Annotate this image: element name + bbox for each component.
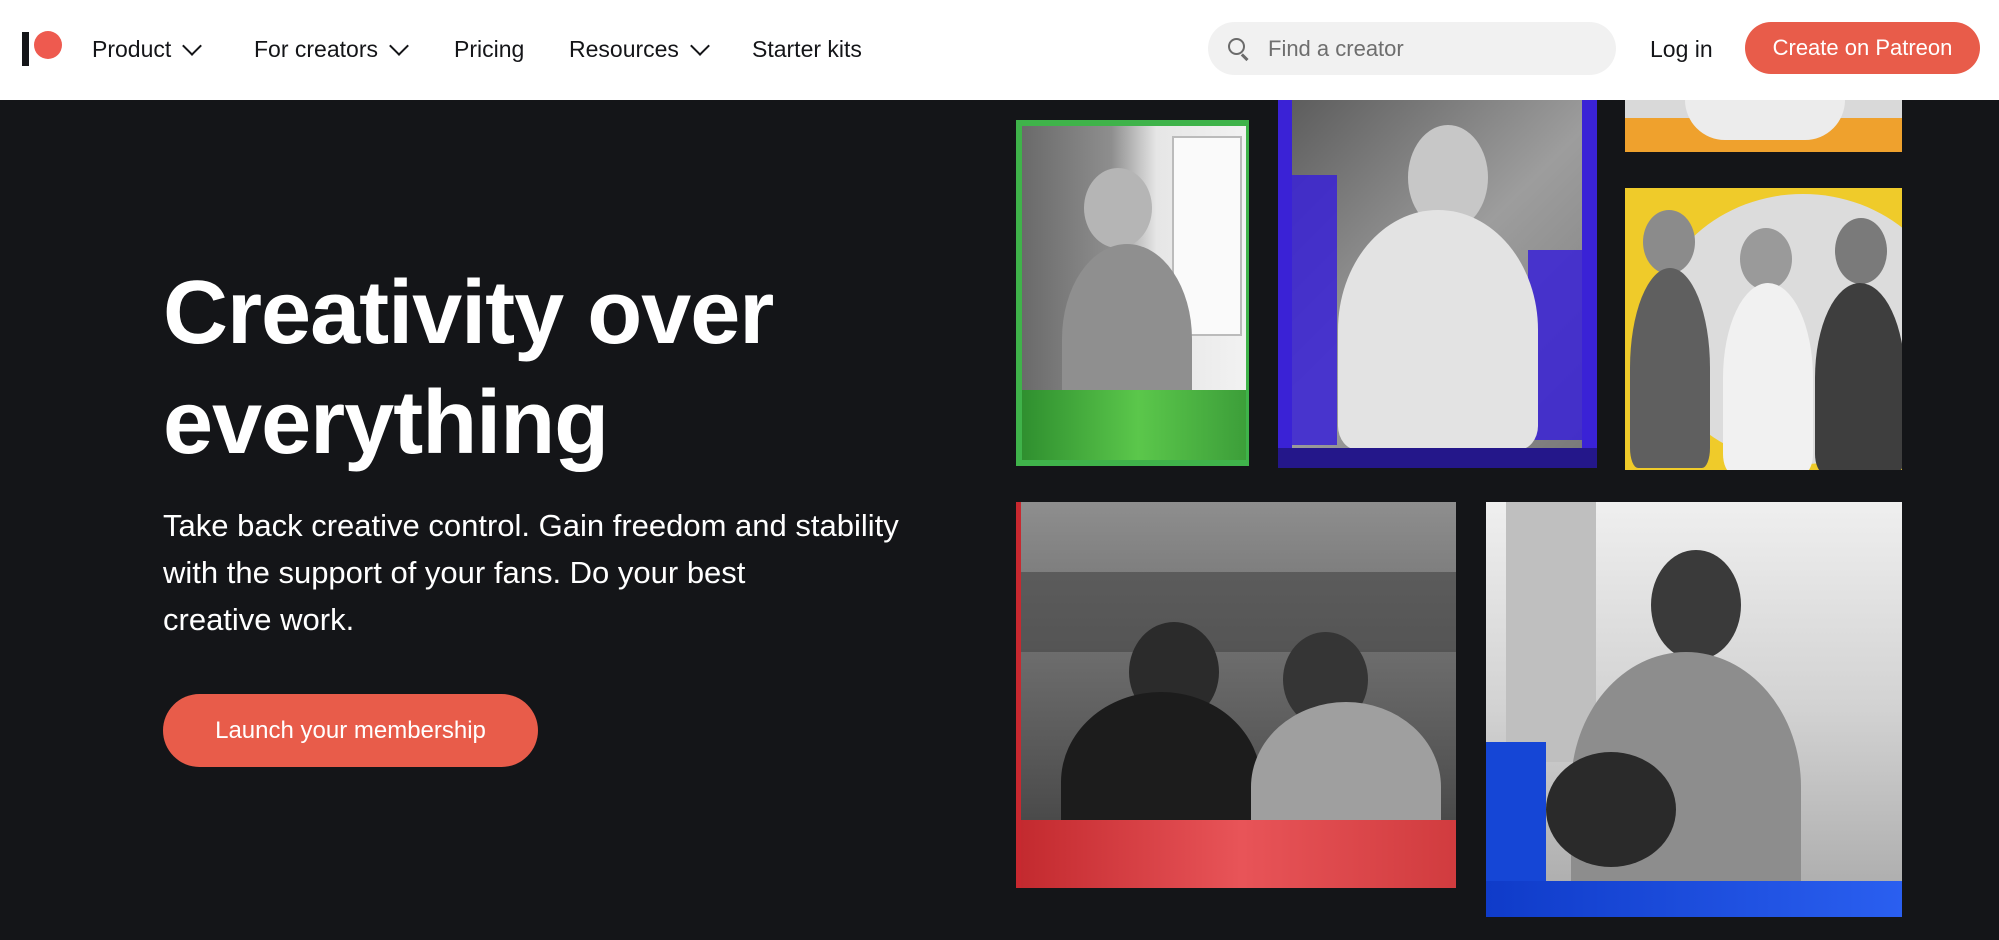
chevron-down-icon [690, 35, 710, 56]
search-box[interactable] [1208, 22, 1616, 75]
launch-membership-button[interactable]: Launch your membership [163, 694, 538, 767]
hero-subtitle: Take back creative control. Gain freedom… [163, 502, 943, 643]
nav-pricing[interactable]: Pricing [454, 36, 524, 63]
login-link[interactable]: Log in [1650, 36, 1713, 63]
nav-starter-kits-label: Starter kits [752, 36, 862, 62]
hero-title-line-2: everything [163, 373, 609, 473]
create-on-patreon-button[interactable]: Create on Patreon [1745, 22, 1980, 74]
nav-resources-label: Resources [569, 36, 679, 62]
hero-title: Creativity over everything [163, 258, 863, 478]
search-input[interactable] [1268, 35, 1588, 62]
creator-photo-red [1016, 502, 1456, 888]
creator-photo-orange [1625, 100, 1902, 152]
hero-title-line-1: Creativity over [163, 263, 774, 363]
nav-starter-kits[interactable]: Starter kits [752, 36, 862, 63]
hero-subtitle-line-3: creative work. [163, 602, 355, 637]
nav-for-creators-label: For creators [254, 36, 378, 62]
search-icon [1228, 37, 1250, 61]
creator-photo-purple [1278, 100, 1597, 468]
logo-dot [34, 31, 62, 59]
hero-subtitle-line-1: Take back creative control. Gain freedom… [163, 508, 899, 543]
creator-photo-yellow [1625, 188, 1902, 470]
nav-resources[interactable]: Resources [569, 35, 710, 63]
hero-subtitle-line-2: with the support of your fans. Do your b… [163, 555, 746, 590]
patreon-logo[interactable] [22, 28, 64, 68]
nav-for-creators[interactable]: For creators [254, 35, 409, 63]
creator-photo-green [1016, 120, 1249, 466]
nav-product-label: Product [92, 36, 172, 62]
nav-product[interactable]: Product [92, 35, 203, 63]
top-nav-bar: Product For creators Pricing Resources S… [0, 0, 1999, 100]
logo-bar [22, 32, 29, 66]
chevron-down-icon [182, 35, 203, 56]
nav-pricing-label: Pricing [454, 36, 525, 62]
chevron-down-icon [389, 35, 409, 56]
creator-photo-blue [1486, 502, 1902, 917]
